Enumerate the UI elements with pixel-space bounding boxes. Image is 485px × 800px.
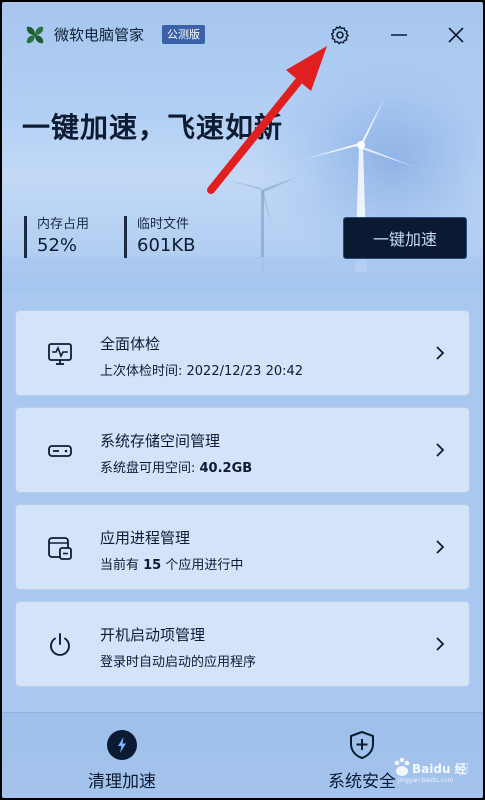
card-subtitle: 上次体检时间: 2022/12/23 20:42 bbox=[100, 364, 304, 379]
chevron-right-icon bbox=[436, 540, 445, 554]
stat-memory: 内存占用 52% bbox=[24, 216, 89, 258]
gear-icon bbox=[330, 25, 349, 45]
watermark-text: Baidu 经验 bbox=[412, 761, 468, 776]
edition-badge: 公测版 bbox=[162, 25, 205, 44]
nav-clean-boost[interactable]: 清理加速 bbox=[2, 713, 242, 798]
app-process-icon bbox=[48, 537, 72, 560]
app-window: 微软电脑管家 公测版 一键加速，飞速如新 内存占用 52% 临时文件 601KB bbox=[2, 2, 483, 798]
card-subtitle: 系统盘可用空间: 40.2GB bbox=[100, 461, 253, 476]
power-icon bbox=[50, 633, 70, 656]
shield-plus-icon bbox=[350, 731, 374, 759]
stat-temp-files-value: 601KB bbox=[137, 235, 196, 256]
baidu-watermark-icon: Baidu 经验 jingyan.baidu.com bbox=[394, 757, 468, 784]
health-monitor-icon bbox=[48, 343, 72, 365]
hero-headline: 一键加速，飞速如新 bbox=[22, 111, 284, 144]
card-storage-management[interactable]: 系统存储空间管理 系统盘可用空间: 40.2GB bbox=[15, 407, 470, 493]
titlebar: 微软电脑管家 公测版 bbox=[2, 2, 483, 62]
nav-label: 清理加速 bbox=[88, 772, 156, 792]
card-app-process-management[interactable]: 应用进程管理 当前有 15 个应用进行中 bbox=[15, 504, 470, 590]
stat-temp-files: 临时文件 601KB bbox=[124, 216, 196, 258]
lightning-icon bbox=[107, 730, 137, 760]
card-startup-management[interactable]: 开机启动项管理 登录时自动启动的应用程序 bbox=[15, 601, 470, 687]
minimize-button[interactable] bbox=[384, 20, 414, 50]
card-subtitle: 当前有 15 个应用进行中 bbox=[100, 558, 244, 573]
app-title: 微软电脑管家 bbox=[54, 26, 145, 44]
chevron-right-icon bbox=[436, 346, 445, 360]
chevron-right-icon bbox=[436, 637, 445, 651]
settings-button[interactable] bbox=[325, 20, 355, 50]
app-logo-icon bbox=[26, 26, 44, 44]
minimize-icon bbox=[391, 34, 407, 36]
card-full-checkup[interactable]: 全面体检 上次体检时间: 2022/12/23 20:42 bbox=[15, 310, 470, 396]
stat-memory-value: 52% bbox=[37, 235, 78, 256]
storage-drive-icon bbox=[48, 445, 72, 457]
card-subtitle: 登录时自动启动的应用程序 bbox=[100, 655, 257, 670]
close-button[interactable] bbox=[441, 20, 471, 50]
one-click-boost-button[interactable]: 一键加速 bbox=[343, 217, 467, 259]
close-icon bbox=[448, 27, 464, 43]
stat-memory-label: 内存占用 bbox=[37, 217, 90, 232]
card-title: 应用进程管理 bbox=[100, 529, 191, 547]
card-title: 系统存储空间管理 bbox=[100, 432, 221, 450]
hero-water bbox=[2, 257, 483, 292]
stat-temp-files-label: 临时文件 bbox=[137, 217, 190, 232]
card-title: 全面体检 bbox=[100, 335, 161, 353]
watermark-subtext: jingyan.baidu.com bbox=[397, 777, 454, 784]
chevron-right-icon bbox=[436, 443, 445, 457]
card-title: 开机启动项管理 bbox=[100, 626, 206, 644]
